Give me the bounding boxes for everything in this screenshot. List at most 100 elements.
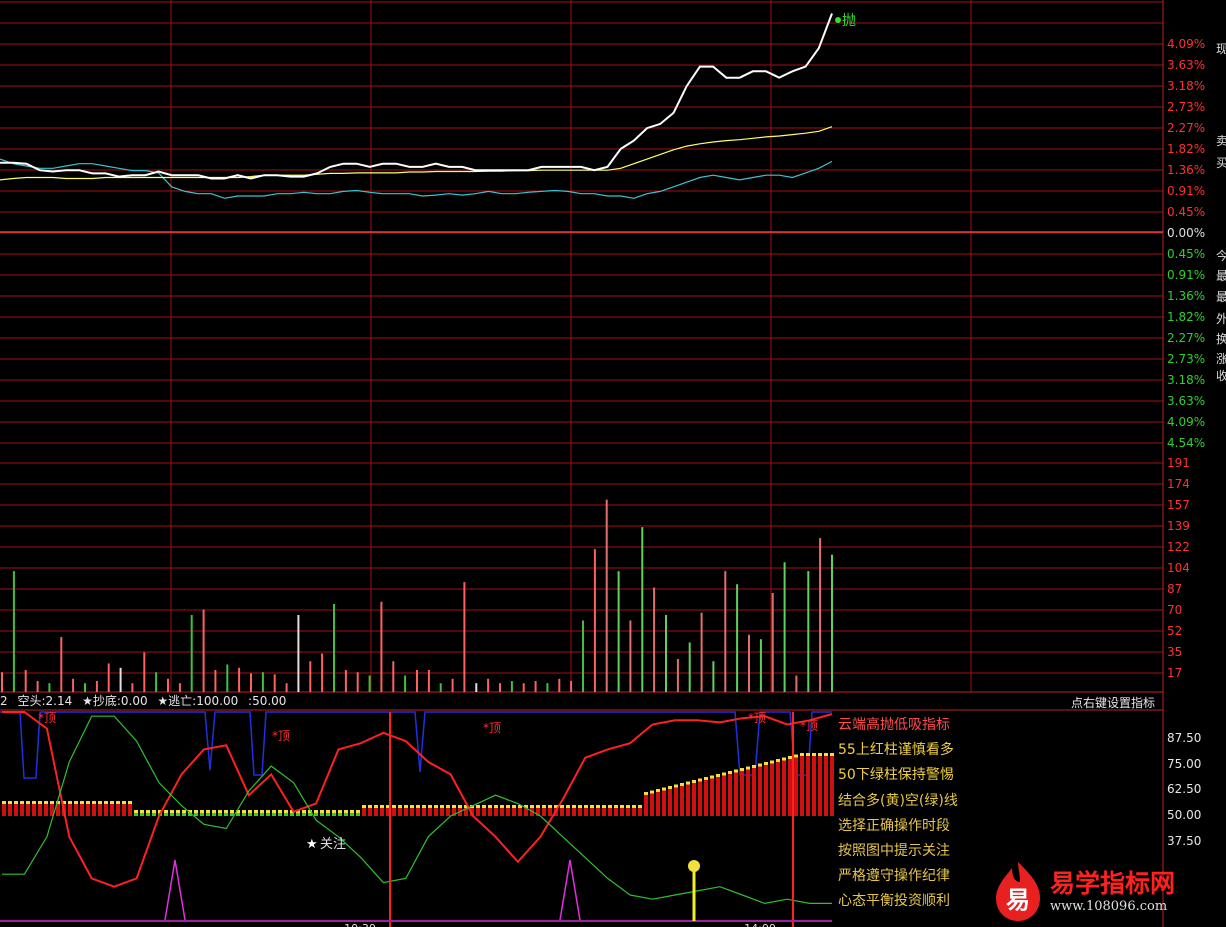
indicator-column	[248, 813, 252, 816]
watermark-title: 易学指标网	[1050, 869, 1176, 898]
indicator-column-cap	[500, 805, 504, 808]
indicator-column	[74, 804, 78, 816]
indicator-column-cap	[368, 805, 372, 808]
indicator-column-cap	[50, 801, 54, 804]
indicator-column	[236, 813, 240, 816]
watermark-url: www.108096.com	[1050, 899, 1168, 914]
indicator-column-cap	[20, 801, 24, 804]
edge-glyph: 今	[1216, 249, 1226, 263]
y-axis-tick-label: 3.63%	[1167, 58, 1205, 72]
indicator-column-cap	[800, 753, 804, 756]
indicator-column	[284, 813, 288, 816]
indicator-settings-hint[interactable]: 点右键设置指标	[1071, 694, 1155, 711]
indicator-column	[254, 813, 258, 816]
indicator-column	[92, 804, 96, 816]
y-axis-tick-label: 0.00%	[1167, 226, 1205, 240]
indicator-column-cap	[560, 805, 564, 808]
indicator-column-cap	[824, 753, 828, 756]
edge-glyph: 换	[1216, 332, 1226, 346]
indicator-column-cap	[506, 805, 510, 808]
indicator-column-cap	[146, 810, 150, 813]
indicator-column	[608, 808, 612, 816]
volume-axis-tick-label: 104	[1167, 561, 1190, 575]
time-axis-label: 10:30	[344, 922, 376, 927]
indicator-column-cap	[668, 786, 672, 789]
indicator-column-cap	[230, 810, 234, 813]
indicator-column-cap	[632, 805, 636, 808]
y-axis-tick-label: 2.27%	[1167, 331, 1205, 345]
indicator-column	[506, 808, 510, 816]
indicator-column-cap	[722, 772, 726, 776]
indicator-column	[374, 808, 378, 816]
indicator-column-cap	[596, 805, 600, 808]
indicator-column-cap	[326, 810, 330, 813]
legend-prefix: 2	[0, 694, 8, 708]
y-axis-tick-label: 4.54%	[1167, 436, 1205, 450]
indicator-column	[704, 780, 708, 816]
indicator-column	[812, 756, 816, 816]
indicator-column	[260, 813, 264, 816]
indicator-column	[404, 808, 408, 816]
indicator-column-cap	[110, 801, 114, 804]
indicator-column-cap	[362, 805, 366, 808]
indicator-column-cap	[434, 805, 438, 808]
indicator-column-cap	[38, 801, 42, 804]
indicator-column-cap	[392, 805, 396, 808]
tip-line: 按照图中提示关注	[838, 843, 950, 860]
indicator-column-cap	[686, 781, 690, 785]
indicator-column-cap	[176, 810, 180, 813]
y-axis-tick-label: 1.36%	[1167, 163, 1205, 177]
indicator-axis-tick-label: 87.50	[1167, 731, 1201, 745]
y-axis-tick-label: 3.63%	[1167, 394, 1205, 408]
watch-marker-label: 关注	[320, 837, 346, 852]
y-axis-tick-label: 0.91%	[1167, 268, 1205, 282]
y-axis-tick-label: 1.82%	[1167, 310, 1205, 324]
indicator-column-cap	[614, 805, 618, 808]
indicator-column	[692, 783, 696, 816]
yellow-pin-head	[688, 860, 700, 872]
indicator-column-cap	[488, 805, 492, 808]
indicator-legend: 2 空头:2.14 ★抄底:0.00 ★逃亡:100.00 :50.00 点右键…	[0, 692, 1165, 710]
indicator-column-cap	[134, 810, 138, 813]
indicator-column-cap	[260, 810, 264, 813]
indicator-column-cap	[404, 805, 408, 808]
indicator-column	[80, 804, 84, 816]
indicator-column-cap	[32, 801, 36, 804]
indicator-column-cap	[458, 805, 462, 808]
indicator-column	[104, 804, 108, 816]
indicator-column	[638, 808, 642, 816]
indicator-column-cap	[170, 810, 174, 813]
indicator-column	[344, 813, 348, 816]
magenta-spike	[559, 859, 581, 921]
indicator-column	[728, 774, 732, 816]
indicator-column-cap	[530, 805, 534, 808]
watermark: 易 易学指标网 www.108096.com	[990, 858, 1210, 924]
indicator-column	[776, 762, 780, 816]
indicator-axis-tick-label: 50.00	[1167, 808, 1201, 822]
indicator-column	[584, 808, 588, 816]
y-axis-tick-label: 4.09%	[1167, 415, 1205, 429]
indicator-column-cap	[734, 769, 738, 773]
volume-axis-tick-label: 122	[1167, 540, 1190, 554]
indicator-column	[674, 787, 678, 816]
indicator-column	[68, 804, 72, 816]
indicator-column-cap	[788, 756, 792, 759]
indicator-column-cap	[584, 805, 588, 808]
indicator-column-cap	[2, 801, 6, 804]
edge-glyph: 外	[1216, 312, 1226, 326]
volume-axis-tick-label: 70	[1167, 603, 1182, 617]
indicator-column	[518, 808, 522, 816]
secondary-line	[0, 158, 833, 199]
volume-axis-tick-label: 87	[1167, 582, 1182, 596]
edge-glyph: 收	[1216, 369, 1226, 383]
indicator-column	[686, 784, 690, 816]
indicator-column-cap	[566, 805, 570, 808]
indicator-column	[164, 813, 168, 816]
y-axis-tick-label: 3.18%	[1167, 373, 1205, 387]
indicator-column	[662, 790, 666, 816]
indicator-column-cap	[572, 805, 576, 808]
legend-bottom-value: ★抄底:0.00	[82, 694, 148, 708]
indicator-column-cap	[104, 801, 108, 804]
indicator-column	[566, 808, 570, 816]
indicator-column-cap	[416, 805, 420, 808]
